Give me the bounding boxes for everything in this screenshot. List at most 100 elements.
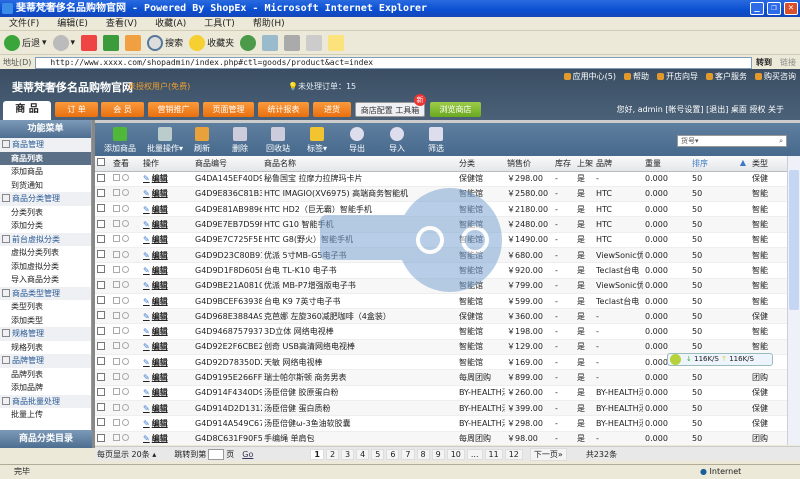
sidebar-item[interactable]: 虚拟分类列表 (0, 246, 91, 260)
preview-icon[interactable] (122, 357, 129, 365)
table-row[interactable]: 编辑G4D914F4340D9A汤臣倍健 胶原蛋白粉BY-HEALTH汤臣倍健￥… (95, 385, 787, 401)
expand-icon[interactable] (113, 281, 120, 289)
app-center-link[interactable]: 应用中心(5) (564, 71, 616, 82)
row-view[interactable] (111, 171, 141, 187)
row-edit[interactable]: 编辑 (141, 247, 193, 264)
row-select[interactable] (95, 232, 111, 248)
back-button[interactable]: 后退 ▾ (4, 34, 47, 51)
row-checkbox[interactable] (97, 387, 105, 396)
expand-icon[interactable] (113, 357, 120, 365)
expand-icon[interactable] (113, 220, 120, 228)
batch-ops-button[interactable]: 批量操作▾ (145, 127, 185, 154)
row-select[interactable] (95, 339, 111, 356)
expand-icon[interactable] (113, 311, 120, 319)
table-scrollbar[interactable] (787, 156, 800, 445)
row-edit[interactable]: 编辑 (141, 262, 193, 279)
edit-link[interactable]: 编辑 (143, 251, 168, 260)
row-view[interactable] (111, 201, 141, 218)
expand-icon[interactable] (113, 388, 120, 396)
row-checkbox[interactable] (97, 188, 105, 197)
col-type[interactable]: 类型 (750, 156, 787, 172)
tab-store-settings[interactable]: 商店配置 工具箱 (355, 102, 425, 117)
row-select[interactable] (95, 369, 111, 386)
row-view[interactable] (111, 400, 141, 417)
row-checkbox[interactable] (97, 280, 105, 289)
import-button[interactable]: 导入 (377, 127, 417, 154)
network-speed-widget[interactable]: ↓ 116K/S ↑ 116K/S (667, 353, 773, 366)
row-checkbox[interactable] (97, 403, 105, 412)
row-edit[interactable]: 编辑 (141, 201, 193, 218)
row-view[interactable] (111, 216, 141, 233)
page-link[interactable]: 3 (341, 448, 355, 460)
per-page-select[interactable]: 每页显示 20条 ▴ (97, 449, 156, 460)
sidebar-group[interactable]: 商品管理 (0, 138, 91, 152)
table-row[interactable]: 编辑G4D914D2D1312E汤臣倍健 蛋白质粉BY-HEALTH汤臣倍健￥3… (95, 400, 787, 417)
col-view[interactable]: 查看 (111, 156, 141, 172)
expand-icon[interactable] (113, 434, 120, 442)
menu-edit[interactable]: 编辑(E) (48, 17, 97, 31)
row-select[interactable] (95, 323, 111, 340)
mail-icon[interactable] (262, 34, 279, 51)
go-link[interactable]: Go (242, 450, 253, 459)
row-select[interactable] (95, 308, 111, 325)
edit-link[interactable]: 编辑 (143, 235, 168, 244)
row-edit[interactable]: 编辑 (141, 369, 193, 386)
table-row[interactable]: 编辑 G4D9BCEF639388台电 K9 7英寸电子书智能馆￥599.00-是… (95, 293, 787, 310)
preview-icon[interactable] (122, 235, 129, 243)
table-row[interactable]: 编辑G4D946875793753D立体 网络电视棒智能馆￥198.00-是-0… (95, 323, 787, 340)
edit-link[interactable]: 编辑 (143, 434, 168, 443)
row-checkbox[interactable] (97, 265, 105, 274)
row-view[interactable] (111, 186, 141, 203)
row-edit[interactable]: 编辑 (141, 323, 193, 340)
row-select[interactable] (95, 201, 111, 218)
row-checkbox[interactable] (97, 234, 105, 243)
row-select[interactable] (95, 431, 111, 445)
edit-link[interactable]: 编辑 (143, 266, 168, 275)
links-button[interactable]: 链接 (776, 57, 800, 68)
row-edit[interactable]: 编辑 (141, 339, 193, 356)
logout-link[interactable]: [退出] (706, 105, 728, 114)
edit-link[interactable]: 编辑 (143, 312, 168, 321)
jump-page-input[interactable] (208, 448, 225, 460)
row-select[interactable] (95, 247, 111, 264)
table-row[interactable]: 编辑G4DA145EF40D9A秘鲁国宝 拉摩力拉牌玛卡片保健馆￥298.00-… (95, 171, 787, 187)
row-select[interactable] (95, 186, 111, 203)
edit-link[interactable]: 编辑 (143, 342, 168, 351)
sidebar-group[interactable]: 品牌管理 (0, 354, 91, 368)
menu-help[interactable]: 帮助(H) (244, 17, 294, 31)
row-view[interactable] (111, 369, 141, 386)
magnifier-icon[interactable]: ⌕ (779, 136, 783, 146)
row-select[interactable] (95, 278, 111, 294)
edit-link[interactable]: 编辑 (143, 388, 168, 397)
sidebar-item[interactable]: 添加类型 (0, 314, 91, 328)
col-price[interactable]: 销售价 (505, 156, 553, 172)
expand-icon[interactable] (113, 250, 120, 258)
account-settings-link[interactable]: [帐号设置] (665, 105, 703, 114)
edit-link[interactable]: 编辑 (143, 174, 168, 183)
row-checkbox[interactable] (97, 311, 105, 320)
edit-page-icon[interactable] (306, 34, 323, 51)
tab-members[interactable]: 会 员 (101, 102, 144, 117)
row-select[interactable] (95, 354, 111, 371)
row-edit[interactable]: 编辑 (141, 385, 193, 401)
filter-button[interactable]: 筛选 (416, 127, 456, 154)
preview-icon[interactable] (122, 220, 129, 228)
page-link[interactable]: 6 (386, 448, 400, 460)
edit-link[interactable]: 编辑 (143, 281, 168, 290)
row-checkbox[interactable] (97, 433, 105, 442)
recycle-bin-button[interactable]: 回收站 (258, 127, 298, 154)
preview-icon[interactable] (122, 204, 129, 212)
menu-file[interactable]: 文件(F) (0, 17, 48, 31)
edit-link[interactable]: 编辑 (143, 220, 168, 229)
about-link[interactable]: 关于 (768, 105, 784, 114)
close-button[interactable]: ✕ (784, 2, 798, 15)
next-page-button[interactable]: 下一页» (529, 447, 567, 461)
row-view[interactable] (111, 323, 141, 340)
row-checkbox[interactable] (97, 250, 105, 259)
preview-icon[interactable] (122, 434, 129, 442)
sidebar-item[interactable]: 添加分类 (0, 219, 91, 233)
row-checkbox[interactable] (97, 219, 105, 228)
row-edit[interactable]: 编辑 (141, 308, 193, 325)
row-checkbox[interactable] (97, 341, 105, 350)
row-view[interactable] (111, 339, 141, 356)
